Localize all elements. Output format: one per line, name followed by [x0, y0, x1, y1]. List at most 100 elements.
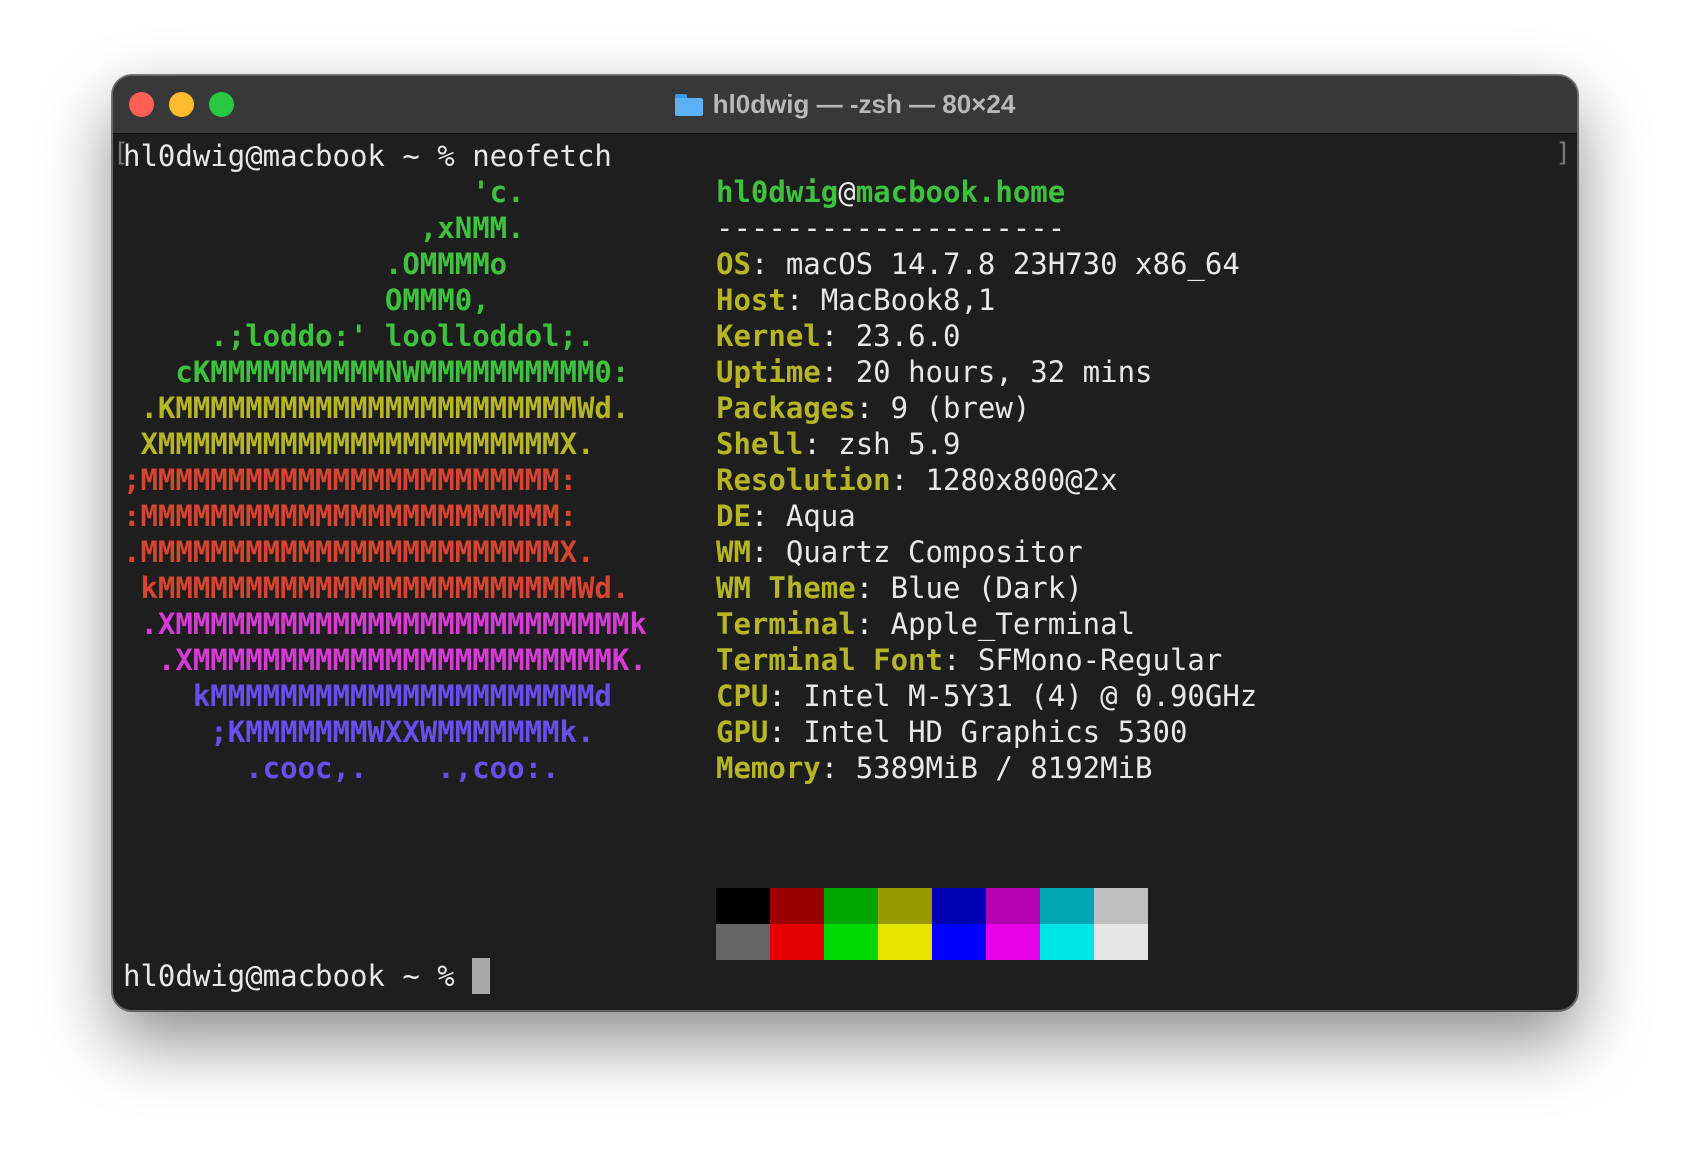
color-swatch-bright-4	[932, 924, 986, 960]
logo-line: OMMM0,	[123, 283, 490, 317]
info-colon: :	[750, 535, 786, 569]
title-bar[interactable]: hl0dwig — -zsh — 80×24	[113, 76, 1577, 134]
command-text: neofetch	[472, 139, 612, 173]
color-swatch-bright-2	[824, 924, 878, 960]
info-colon: :	[855, 571, 891, 605]
logo-line: kMMMMMMMMMMMMMMMMMMMMMMd	[123, 679, 612, 713]
color-swatch-normal-5	[986, 888, 1040, 924]
info-colon: :	[768, 679, 804, 713]
color-swatch-normal-7	[1094, 888, 1148, 924]
info-row: CPU: Intel M-5Y31 (4) @ 0.90GHz	[716, 678, 1257, 714]
color-swatch-normal-1	[770, 888, 824, 924]
color-swatch-bright-1	[770, 924, 824, 960]
logo-line: :MMMMMMMMMMMMMMMMMMMMMMMM:	[123, 499, 577, 533]
mark-bracket-right: ]	[1555, 138, 1571, 168]
info-row: Memory: 5389MiB / 8192MiB	[716, 750, 1153, 786]
logo-line: XMMMMMMMMMMMMMMMMMMMMMMMX.	[123, 427, 595, 461]
info-value: Intel M-5Y31 (4) @ 0.90GHz	[803, 679, 1258, 713]
info-colon: :	[855, 607, 891, 641]
info-key: DE	[716, 499, 751, 533]
info-key: Resolution	[716, 463, 891, 497]
color-swatch-normal-2	[824, 888, 878, 924]
info-value: Apple_Terminal	[890, 607, 1136, 641]
info-user: hl0dwig	[716, 175, 839, 209]
color-swatch-normal-4	[932, 888, 986, 924]
info-key: Uptime	[716, 355, 821, 389]
prompt: hl0dwig@macbook ~ %	[123, 139, 473, 173]
command-line: hl0dwig@macbook ~ % neofetch	[123, 138, 612, 174]
window-title-area: hl0dwig — -zsh — 80×24	[113, 76, 1577, 133]
info-colon: :	[820, 355, 856, 389]
info-row: Packages: 9 (brew)	[716, 390, 1030, 426]
prompt-line[interactable]: hl0dwig@macbook ~ %	[123, 958, 491, 994]
info-key: OS	[716, 247, 751, 281]
info-value: 9 (brew)	[890, 391, 1031, 425]
info-colon: :	[785, 283, 821, 317]
color-swatch-normal-0	[716, 888, 770, 924]
info-row: Kernel: 23.6.0	[716, 318, 960, 354]
color-swatch-normal-6	[1040, 888, 1094, 924]
info-key: GPU	[716, 715, 769, 749]
logo-line: .OMMMMo	[123, 247, 508, 281]
logo-line: .XMMMMMMMMMMMMMMMMMMMMMMMMK.	[123, 643, 647, 677]
info-value: Aqua	[785, 499, 856, 533]
info-key: Memory	[716, 751, 821, 785]
logo-line: ;MMMMMMMMMMMMMMMMMMMMMMMM:	[123, 463, 577, 497]
info-colon: :	[890, 463, 926, 497]
logo-line: .KMMMMMMMMMMMMMMMMMMMMMMMWd.	[123, 391, 630, 425]
info-key: WM Theme	[716, 571, 856, 605]
logo-line: .XMMMMMMMMMMMMMMMMMMMMMMMMMMk	[123, 607, 647, 641]
info-row: Terminal Font: SFMono-Regular	[716, 642, 1222, 678]
info-value: macOS 14.7.8 23H730 x86_64	[785, 247, 1240, 281]
logo-line: 'c.	[123, 175, 525, 209]
info-host: macbook.home	[855, 175, 1066, 209]
info-key: Kernel	[716, 319, 821, 353]
info-colon: :	[942, 643, 978, 677]
info-colon: :	[820, 751, 856, 785]
color-palette	[716, 888, 1148, 960]
info-key: Terminal	[716, 607, 856, 641]
info-key: Terminal Font	[716, 643, 943, 677]
info-value: SFMono-Regular	[977, 643, 1223, 677]
info-value: zsh 5.9	[838, 427, 961, 461]
terminal-content[interactable]: [ ] hl0dwig@macbook ~ % neofetch 'c. ,xN…	[113, 134, 1577, 1010]
folder-icon	[674, 93, 703, 116]
info-colon: :	[855, 391, 891, 425]
info-value: MacBook8,1	[820, 283, 996, 317]
info-key: Shell	[716, 427, 804, 461]
logo-line: ;KMMMMMMMWXXWMMMMMMMk.	[123, 715, 595, 749]
info-colon: :	[750, 247, 786, 281]
logo-line: ,xNMM.	[123, 211, 525, 245]
color-swatch-bright-0	[716, 924, 770, 960]
logo-line: cKMMMMMMMMMMNWMMMMMMMMMM0:	[123, 355, 630, 389]
info-row: Host: MacBook8,1	[716, 282, 995, 318]
color-swatch-bright-3	[878, 924, 932, 960]
info-key: CPU	[716, 679, 769, 713]
info-row: GPU: Intel HD Graphics 5300	[716, 714, 1187, 750]
info-row: Uptime: 20 hours, 32 mins	[716, 354, 1153, 390]
color-swatch-bright-5	[986, 924, 1040, 960]
info-at: @	[838, 175, 856, 209]
user-host-line: hl0dwig@macbook.home	[716, 174, 1065, 210]
info-value: Quartz Compositor	[785, 535, 1083, 569]
info-colon: :	[768, 715, 804, 749]
info-colon: :	[750, 499, 786, 533]
logo-line: .MMMMMMMMMMMMMMMMMMMMMMMMX.	[123, 535, 595, 569]
info-row: Terminal: Apple_Terminal	[716, 606, 1135, 642]
info-key: WM	[716, 535, 751, 569]
info-value: 23.6.0	[855, 319, 961, 353]
info-row: Shell: zsh 5.9	[716, 426, 960, 462]
prompt: hl0dwig@macbook ~ %	[123, 959, 473, 993]
logo-line: kMMMMMMMMMMMMMMMMMMMMMMMMWd.	[123, 571, 630, 605]
color-swatch-bright-6	[1040, 924, 1094, 960]
info-separator: --------------------	[716, 211, 1066, 245]
info-value: 20 hours, 32 mins	[855, 355, 1153, 389]
info-value: 1280x800@2x	[925, 463, 1118, 497]
info-row: WM: Quartz Compositor	[716, 534, 1083, 570]
text-cursor	[472, 958, 491, 994]
info-value: 5389MiB / 8192MiB	[855, 751, 1153, 785]
info-row: Resolution: 1280x800@2x	[716, 462, 1118, 498]
info-row: WM Theme: Blue (Dark)	[716, 570, 1083, 606]
info-colon: :	[803, 427, 839, 461]
logo-line: .cooc,. .,coo:.	[123, 751, 560, 785]
